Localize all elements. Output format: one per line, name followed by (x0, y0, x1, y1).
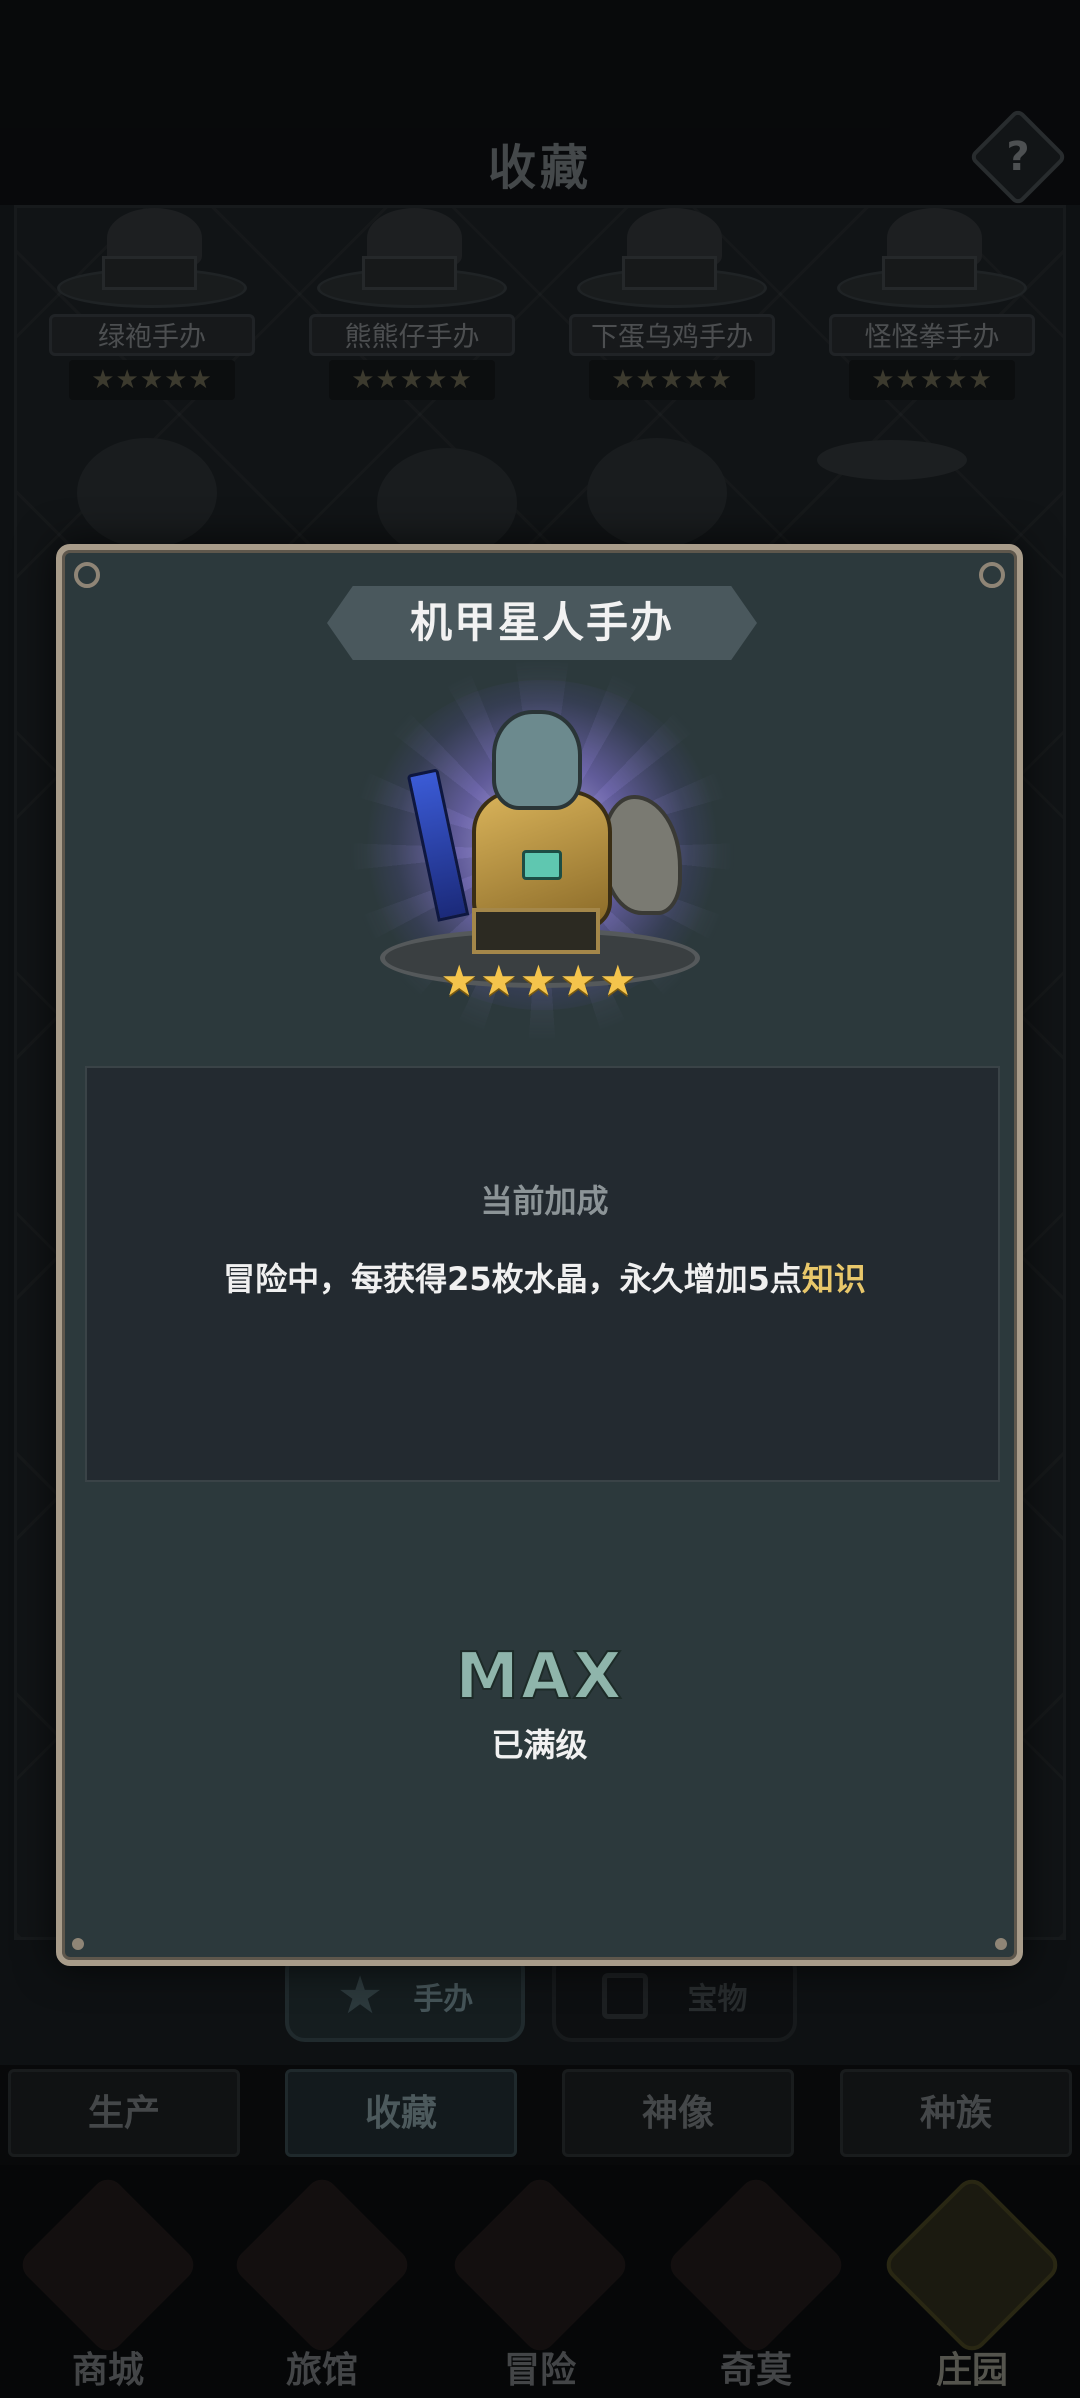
bonus-panel: 当前加成 冒险中，每获得25枚水晶，永久增加5点知识 (85, 1066, 1000, 1482)
figure-detail-dialog: 机甲星人手办 ★★★★★ 当前加成 冒险中，每获得25枚水晶，永久增加5点知识 … (56, 544, 1023, 1966)
bonus-highlight: 知识 (801, 1260, 866, 1298)
figure-image (322, 660, 762, 1070)
corner-ornament (979, 562, 1005, 588)
plaque (472, 908, 600, 954)
bonus-title: 当前加成 (480, 1182, 609, 1220)
bonus-description: 冒险中，每获得25枚水晶，永久增加5点知识 (87, 1254, 1002, 1300)
corner-ornament (995, 1938, 1007, 1950)
max-level-label: MAX (454, 1639, 624, 1715)
figure-head (492, 710, 582, 810)
corner-ornament (74, 562, 100, 588)
corner-ornament (72, 1938, 84, 1950)
star-rating: ★★★★★ (440, 956, 639, 1005)
bonus-text: 冒险中，每获得25枚水晶，永久增加5点 (223, 1260, 802, 1298)
max-level-status: 已满级 (491, 1726, 588, 1764)
dialog-title: 机甲星人手办 (409, 598, 674, 647)
gem-icon (522, 850, 562, 880)
